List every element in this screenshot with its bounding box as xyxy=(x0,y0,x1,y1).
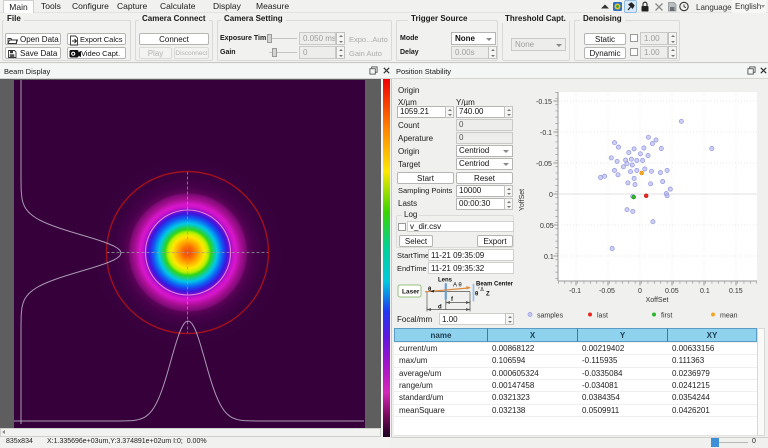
svg-text:mean: mean xyxy=(720,313,738,320)
svg-text:XoffSet: XoffSet xyxy=(646,297,669,304)
svg-text:0: 0 xyxy=(638,288,642,295)
svg-text:0.15: 0.15 xyxy=(729,288,743,295)
svg-text:0: 0 xyxy=(549,192,553,199)
svg-text:samples: samples xyxy=(537,313,564,320)
svg-text:⌜Δ: ⌜Δ xyxy=(478,287,484,293)
svg-text:-0.05: -0.05 xyxy=(536,161,552,168)
svg-text:0.1: 0.1 xyxy=(700,288,710,295)
svg-text:last: last xyxy=(597,313,608,320)
svg-text:0.1: 0.1 xyxy=(544,254,554,261)
svg-text:Lens: Lens xyxy=(438,278,453,284)
svg-text:0.05: 0.05 xyxy=(540,223,554,230)
svg-text:-0.1: -0.1 xyxy=(540,130,552,137)
svg-text:0.05: 0.05 xyxy=(665,288,679,295)
svg-text:Z: Z xyxy=(486,292,490,298)
svg-text:-0.05: -0.05 xyxy=(599,288,615,295)
svg-text:f: f xyxy=(451,297,454,303)
svg-text:YoffSet: YoffSet xyxy=(519,189,526,211)
svg-text:A θ: A θ xyxy=(453,283,462,289)
svg-text:Laser: Laser xyxy=(402,289,420,296)
svg-text:θ: θ xyxy=(428,287,431,293)
svg-text:d: d xyxy=(438,305,442,311)
svg-text:first: first xyxy=(661,313,672,320)
svg-text:-0.15: -0.15 xyxy=(536,99,552,106)
svg-text:-0.1: -0.1 xyxy=(569,288,581,295)
